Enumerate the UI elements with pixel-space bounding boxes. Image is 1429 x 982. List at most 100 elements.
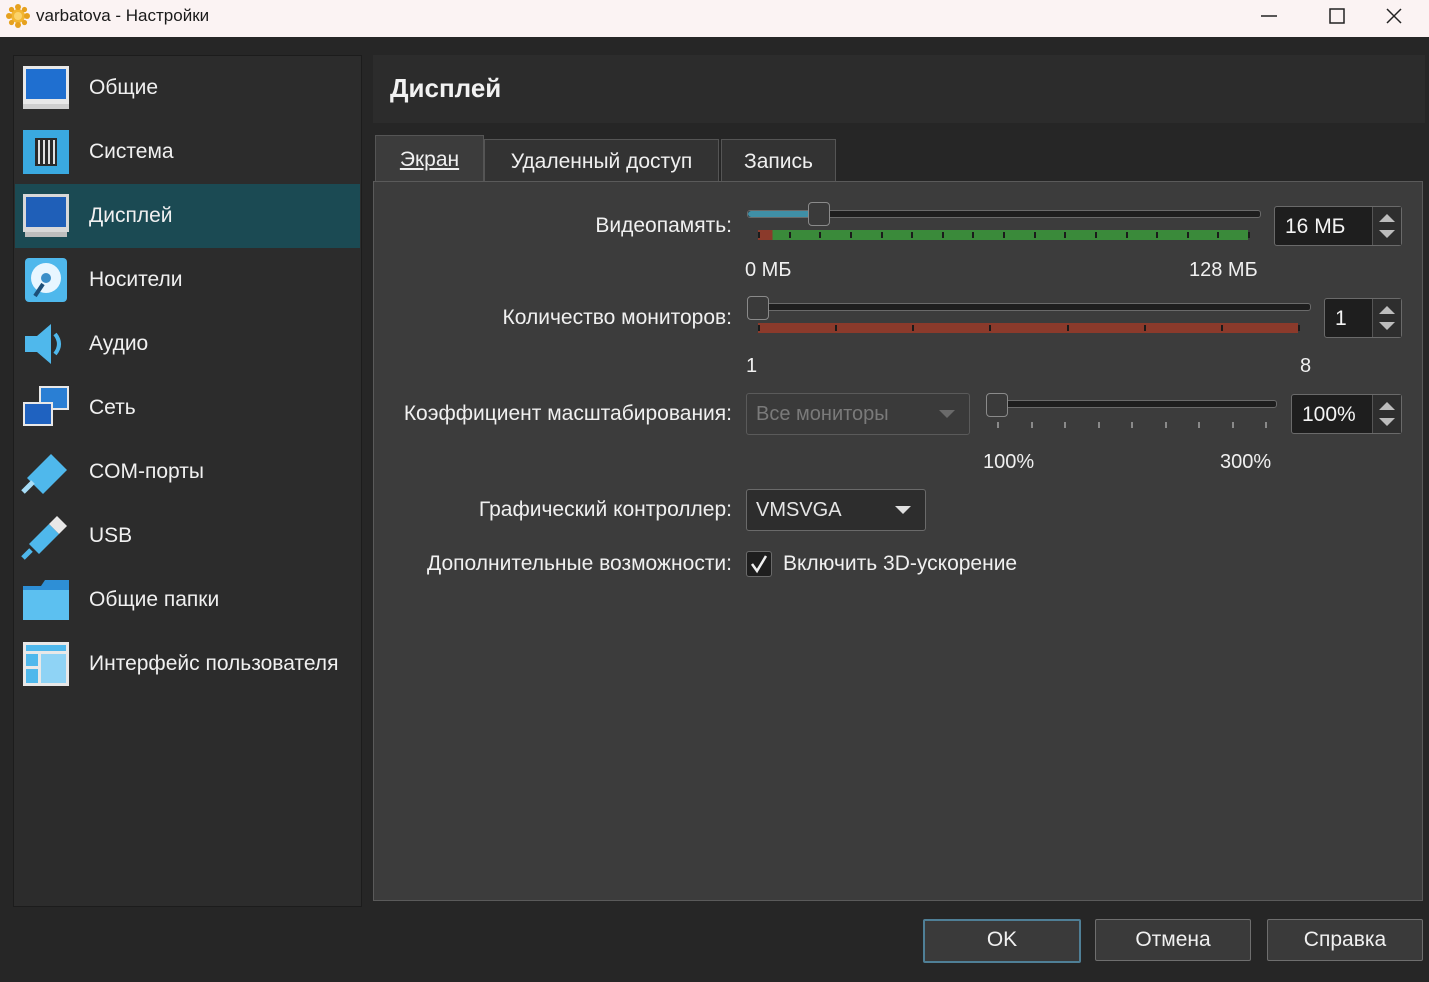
scale-factor-max-label: 300% <box>1220 451 1272 473</box>
scale-monitor-select[interactable]: Все мониторы <box>746 393 970 435</box>
video-memory-slider-thumb[interactable] <box>808 202 831 226</box>
sidebar-item-usb[interactable]: USB <box>15 504 360 568</box>
sidebar-item-label: Аудио <box>89 332 149 355</box>
sidebar-item-system[interactable]: Система <box>15 120 360 184</box>
slider-tick <box>1186 232 1189 238</box>
spinbox-arrows[interactable] <box>1372 207 1401 245</box>
graphics-controller-select[interactable]: VMSVGA <box>746 489 926 531</box>
slider-tick <box>758 325 760 331</box>
slider-tick <box>972 232 975 238</box>
monitor-count-scale <box>758 323 1300 333</box>
extended-features-label: Дополнительные возможности: <box>427 552 732 575</box>
select-value: VMSVGA <box>756 499 842 521</box>
sidebar-item-com-ports[interactable]: COM-порты <box>15 440 360 504</box>
sidebar-item-display[interactable]: Дисплей <box>15 184 360 248</box>
window-title: varbatova - Настройки <box>36 6 210 25</box>
virtualbox-app-icon <box>6 4 30 28</box>
minimize-icon <box>1261 15 1277 17</box>
speaker-icon <box>25 324 61 364</box>
slider-tick <box>1248 232 1250 238</box>
slider-tick <box>912 325 915 331</box>
video-memory-spinbox[interactable]: 16 МБ <box>1274 206 1402 246</box>
checkmark-icon <box>750 555 768 574</box>
storage-disc-icon <box>25 258 67 302</box>
screen-tab-panel <box>373 181 1423 901</box>
sidebar-item-label: Общие <box>89 76 159 99</box>
sidebar-item-shared-folders[interactable]: Общие папки <box>15 568 360 632</box>
sidebar-item-label: COM-порты <box>89 460 204 483</box>
up-down-arrows-icon <box>1379 214 1395 238</box>
usb-icon <box>21 516 67 560</box>
close-button[interactable] <box>1361 0 1429 32</box>
enable-3d-checkbox[interactable] <box>746 551 772 577</box>
slider-tick <box>1097 422 1100 428</box>
video-memory-scale <box>758 230 1250 240</box>
spinbox-arrows[interactable] <box>1372 395 1401 433</box>
slider-tick <box>1066 325 1069 331</box>
serial-port-icon <box>21 454 67 494</box>
slider-tick <box>911 232 914 238</box>
monitor-count-slider-thumb[interactable] <box>747 296 769 320</box>
slider-tick <box>1156 232 1159 238</box>
slider-tick <box>788 232 791 238</box>
button-label: Справка <box>1303 928 1387 951</box>
sidebar-item-label: Сеть <box>89 396 136 419</box>
sidebar-item-label: Система <box>89 140 174 163</box>
sidebar-item-label: Интерфейс пользователя <box>89 652 339 675</box>
scale-factor-spinbox[interactable]: 100% <box>1291 394 1402 434</box>
sidebar-item-network[interactable]: Сеть <box>15 376 360 440</box>
monitor-count-slider[interactable] <box>747 303 1311 311</box>
network-icon <box>23 386 69 426</box>
tab-recording[interactable]: Запись <box>721 139 836 184</box>
help-button[interactable]: Справка <box>1267 919 1423 961</box>
slider-tick <box>1033 232 1036 238</box>
tab-label: Удаленный доступ <box>510 150 693 173</box>
tab-remote-access[interactable]: Удаленный доступ <box>484 139 719 184</box>
tab-label: Запись <box>744 150 813 173</box>
sidebar-item-user-interface[interactable]: Интерфейс пользователя <box>15 632 360 696</box>
scale-factor-ticks <box>997 420 1267 430</box>
ok-button[interactable]: OK <box>923 919 1081 963</box>
slider-tick <box>880 232 883 238</box>
slider-tick <box>1298 325 1300 331</box>
title-bar: varbatova - Настройки <box>0 0 1429 37</box>
sidebar-item-label: Носители <box>89 268 183 291</box>
sidebar-item-general[interactable]: Общие <box>15 56 360 120</box>
tab-label: Экран <box>399 148 460 171</box>
slider-tick <box>1094 232 1097 238</box>
button-label: OK <box>986 928 1018 951</box>
sidebar-item-audio[interactable]: Аудио <box>15 312 360 376</box>
user-interface-icon <box>23 642 69 686</box>
cancel-button[interactable]: Отмена <box>1095 919 1251 961</box>
spinbox-value: 100% <box>1302 403 1356 426</box>
scale-factor-slider-thumb[interactable] <box>986 393 1008 417</box>
display-icon <box>23 194 69 237</box>
button-label: Отмена <box>1135 928 1211 951</box>
enable-3d-label[interactable]: Включить 3D-ускорение <box>783 552 1017 576</box>
monitor-count-max-label: 8 <box>1300 355 1312 377</box>
sidebar-item-storage[interactable]: Носители <box>15 248 360 312</box>
monitor-count-label: Количество мониторов: <box>502 306 732 329</box>
spinbox-value: 1 <box>1335 307 1347 330</box>
page-title: Дисплей <box>390 73 502 103</box>
scale-factor-label: Коэффициент масштабирования: <box>403 402 732 425</box>
tab-screen[interactable]: Экран <box>375 135 484 184</box>
slider-tick <box>849 232 852 238</box>
video-memory-label: Видеопамять: <box>595 214 732 237</box>
slider-tick <box>1164 422 1167 428</box>
slider-tick <box>1131 422 1133 428</box>
spinbox-arrows[interactable] <box>1372 299 1401 337</box>
slider-tick <box>1030 422 1033 428</box>
slider-tick <box>835 325 838 331</box>
video-memory-min-label: 0 МБ <box>745 259 792 281</box>
scale-factor-slider[interactable] <box>986 400 1277 408</box>
minimize-button[interactable] <box>1236 0 1304 32</box>
maximize-icon <box>1329 8 1345 24</box>
sidebar-item-label: Общие папки <box>89 588 220 611</box>
monitor-count-min-label: 1 <box>746 355 758 377</box>
monitor-count-spinbox[interactable]: 1 <box>1324 298 1402 338</box>
slider-tick <box>1143 325 1146 331</box>
general-monitor-icon <box>23 66 69 109</box>
up-down-arrows-icon <box>1379 402 1395 426</box>
slider-tick <box>1064 232 1067 238</box>
